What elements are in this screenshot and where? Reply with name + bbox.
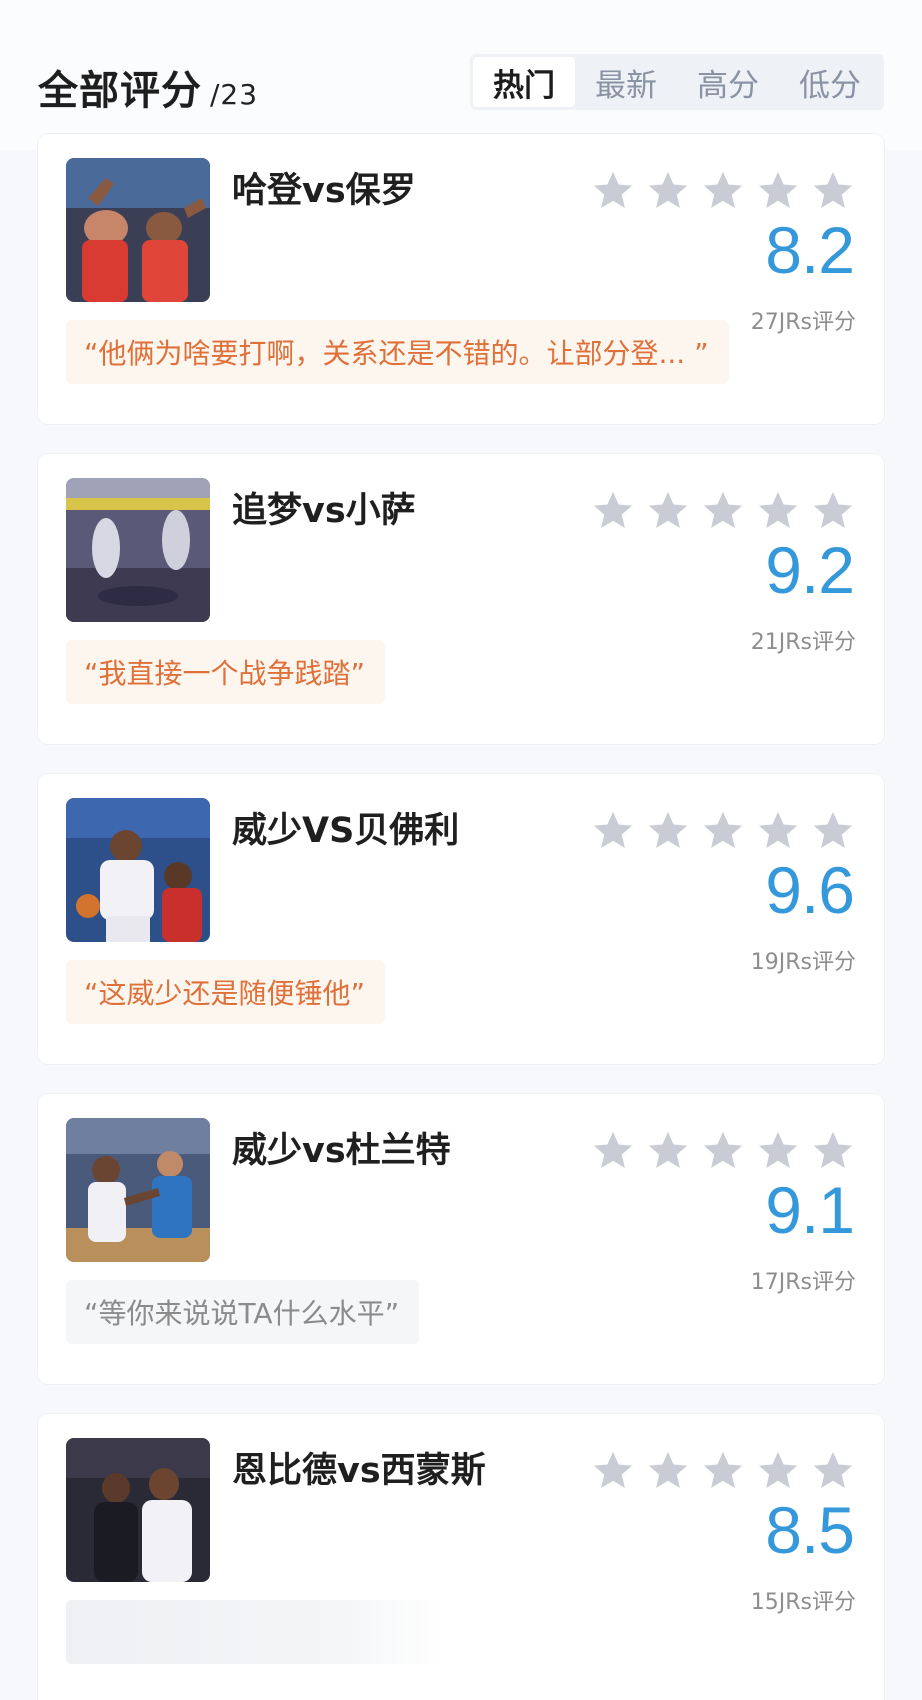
star-icon[interactable] xyxy=(755,488,801,534)
star-icon[interactable] xyxy=(810,168,856,214)
star-icon[interactable] xyxy=(590,1128,636,1174)
star-icon[interactable] xyxy=(645,1448,691,1494)
star-icon[interactable] xyxy=(700,168,746,214)
star-rating[interactable] xyxy=(590,808,856,854)
rating-count: /23 xyxy=(210,78,259,111)
basketball-photo-icon xyxy=(66,1438,210,1582)
score-value: 9.2 xyxy=(765,533,855,607)
vote-count: 19JRs评分 xyxy=(750,950,856,975)
tab-low-score[interactable]: 低分 xyxy=(779,57,881,107)
star-icon[interactable] xyxy=(700,488,746,534)
rating-card[interactable]: 威少vs杜兰特 9.1 17JRs评分 “等你来说说TA什么水平” xyxy=(38,1094,884,1384)
title-text: 全部评分 xyxy=(38,68,202,114)
star-icon[interactable] xyxy=(645,168,691,214)
top-comment[interactable]: “他俩为啥要打啊，关系还是不错的。让部分登... ” xyxy=(66,320,729,384)
star-icon[interactable] xyxy=(810,1448,856,1494)
star-icon[interactable] xyxy=(755,1448,801,1494)
vote-count: 17JRs评分 xyxy=(750,1270,856,1295)
tab-latest[interactable]: 最新 xyxy=(575,57,677,107)
ratings-page: 全部评分/23 热门 最新 高分 低分 哈登vs保罗 8.2 27JRs评分 “… xyxy=(0,0,922,1700)
star-icon[interactable] xyxy=(590,488,636,534)
score-value: 9.1 xyxy=(765,1173,855,1247)
comment-prompt[interactable]: “等你来说说TA什么水平” xyxy=(66,1280,420,1344)
basketball-photo-icon xyxy=(66,1118,210,1262)
star-rating[interactable] xyxy=(590,1448,856,1494)
tab-high-score[interactable]: 高分 xyxy=(677,57,779,107)
rating-card[interactable]: 恩比德vs西蒙斯 8.5 15JRs评分 xyxy=(38,1414,884,1700)
star-icon[interactable] xyxy=(700,1128,746,1174)
vote-count: 15JRs评分 xyxy=(750,1590,856,1615)
star-icon[interactable] xyxy=(755,1128,801,1174)
rating-card[interactable]: 威少VS贝佛利 9.6 19JRs评分 “这威少还是随便锤他” xyxy=(38,774,884,1064)
rating-card[interactable]: 哈登vs保罗 8.2 27JRs评分 “他俩为啥要打啊，关系还是不错的。让部分登… xyxy=(38,134,884,424)
top-comment[interactable]: “这威少还是随便锤他” xyxy=(66,960,386,1024)
matchup-title: 追梦vs小萨 xyxy=(232,491,416,531)
star-icon[interactable] xyxy=(700,808,746,854)
vote-count: 27JRs评分 xyxy=(750,310,856,335)
star-icon[interactable] xyxy=(645,808,691,854)
star-icon[interactable] xyxy=(700,1448,746,1494)
basketball-photo-icon xyxy=(66,798,210,942)
score-value: 8.2 xyxy=(765,213,855,287)
matchup-title: 威少vs杜兰特 xyxy=(232,1131,451,1171)
star-icon[interactable] xyxy=(590,1448,636,1494)
rating-card[interactable]: 追梦vs小萨 9.2 21JRs评分 “我直接一个战争践踏” xyxy=(38,454,884,744)
sort-tabs: 热门 最新 高分 低分 xyxy=(470,54,884,110)
comment-placeholder[interactable] xyxy=(66,1600,446,1664)
page-title: 全部评分/23 xyxy=(38,58,258,116)
header: 全部评分/23 热门 最新 高分 低分 xyxy=(0,0,922,150)
top-comment[interactable]: “我直接一个战争践踏” xyxy=(66,640,386,704)
star-icon[interactable] xyxy=(755,808,801,854)
matchup-title: 威少VS贝佛利 xyxy=(232,811,460,851)
star-icon[interactable] xyxy=(810,1128,856,1174)
star-rating[interactable] xyxy=(590,168,856,214)
matchup-title: 恩比德vs西蒙斯 xyxy=(232,1451,486,1491)
star-icon[interactable] xyxy=(810,488,856,534)
star-rating[interactable] xyxy=(590,1128,856,1174)
basketball-photo-icon xyxy=(66,158,210,302)
star-icon[interactable] xyxy=(590,168,636,214)
star-icon[interactable] xyxy=(755,168,801,214)
basketball-photo-icon xyxy=(66,478,210,622)
star-icon[interactable] xyxy=(810,808,856,854)
matchup-title: 哈登vs保罗 xyxy=(232,171,416,211)
star-rating[interactable] xyxy=(590,488,856,534)
star-icon[interactable] xyxy=(645,1128,691,1174)
score-value: 8.5 xyxy=(765,1493,855,1567)
tab-hot[interactable]: 热门 xyxy=(473,57,575,107)
star-icon[interactable] xyxy=(645,488,691,534)
vote-count: 21JRs评分 xyxy=(750,630,856,655)
score-value: 9.6 xyxy=(765,853,855,927)
star-icon[interactable] xyxy=(590,808,636,854)
